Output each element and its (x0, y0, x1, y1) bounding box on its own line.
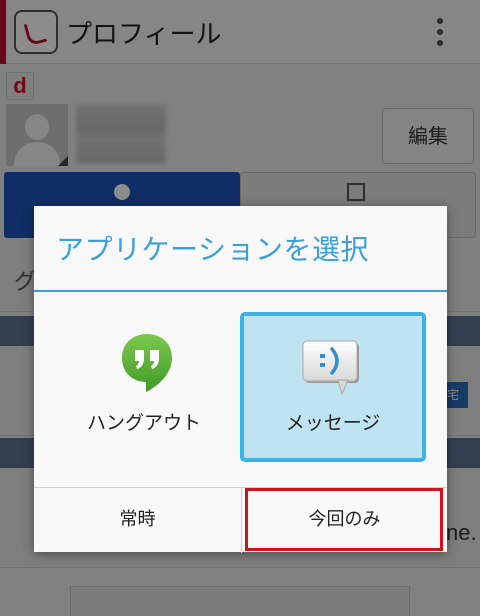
dialog-title: アプリケーションを選択 (56, 233, 369, 266)
option-message[interactable]: メッセージ (240, 312, 426, 462)
option-label: メッセージ (285, 412, 381, 434)
message-icon (302, 340, 359, 396)
annotation-highlight-box (245, 488, 443, 551)
option-label: ハングアウト (86, 412, 201, 434)
hangouts-icon (122, 334, 172, 392)
title-divider (34, 290, 447, 292)
option-hangouts[interactable]: ハングアウト (44, 312, 244, 462)
always-button[interactable]: 常時 (34, 488, 241, 552)
